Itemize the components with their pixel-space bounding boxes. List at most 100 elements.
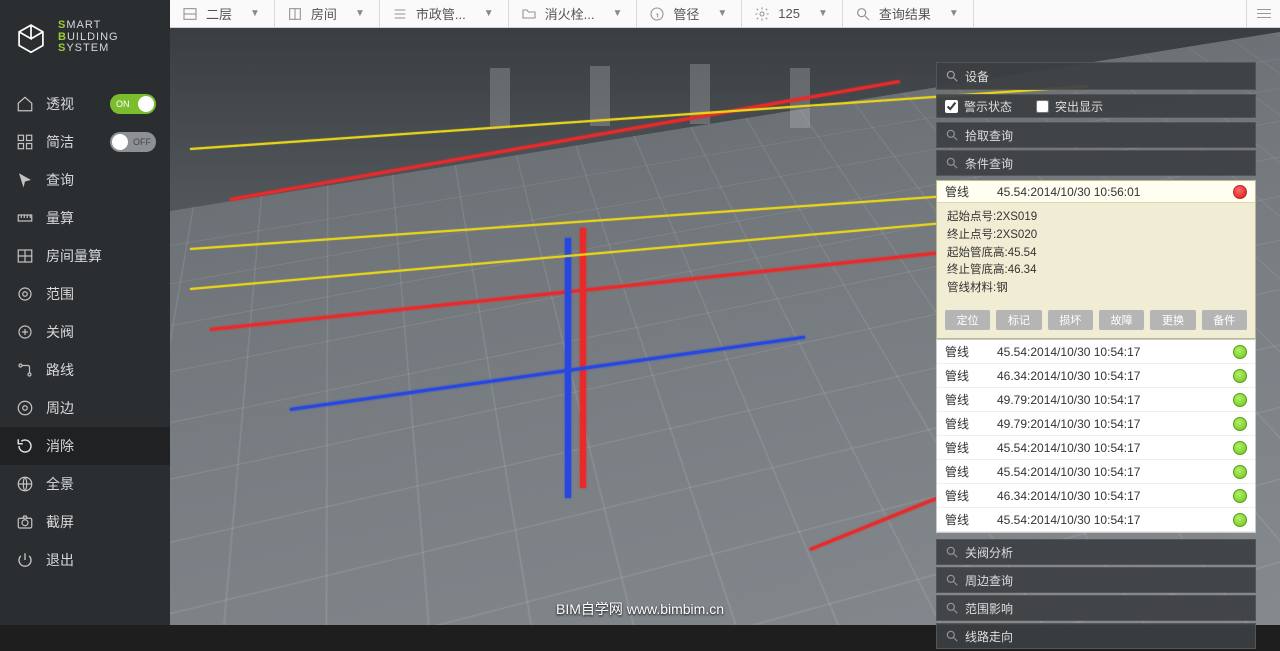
action-更换[interactable]: 更换 (1150, 310, 1195, 330)
power-icon (14, 551, 36, 569)
shortcut-label: 范围影响 (965, 600, 1013, 617)
result-row[interactable]: 管线45.54:2014/10/30 10:54:17 (937, 436, 1255, 460)
status-dot-green-icon (1233, 513, 1247, 527)
home-icon (14, 95, 36, 113)
result-name: 管线 (945, 343, 997, 360)
sidebar-item-cursor[interactable]: 查询 (0, 161, 170, 199)
check-highlight-input[interactable] (1036, 100, 1049, 113)
chevron-down-icon: ▼ (250, 8, 260, 19)
topbar-item-list[interactable]: 市政管...▼ (380, 0, 509, 27)
condition-query-button[interactable]: 条件查询 (936, 150, 1256, 176)
topbar-item-label: 房间 (311, 4, 337, 23)
action-损坏[interactable]: 损坏 (1048, 310, 1093, 330)
sidebar-item-scope[interactable]: 范围 (0, 275, 170, 313)
topbar-item-label: 125 (778, 6, 800, 21)
chevron-down-icon: ▼ (484, 8, 494, 19)
route-icon (14, 361, 36, 379)
status-dot-green-icon (1233, 417, 1247, 431)
sidebar-item-valve[interactable]: 关阀 (0, 313, 170, 351)
device-search[interactable]: 设备 (936, 62, 1256, 90)
topbar-item-info[interactable]: 管径 ▼ (637, 0, 742, 27)
result-name: 管线 (945, 391, 997, 408)
sidebar-item-globe[interactable]: 全景 (0, 465, 170, 503)
check-highlight[interactable]: 突出显示 (1036, 98, 1103, 115)
action-定位[interactable]: 定位 (945, 310, 990, 330)
logo: SSMARTMART BUILDING SYSTEM (0, 0, 170, 79)
sidebar-item-rooms[interactable]: 房间量算 (0, 237, 170, 275)
result-row[interactable]: 管线49.79:2014/10/30 10:54:17 (937, 388, 1255, 412)
toggle-home[interactable] (110, 94, 156, 114)
shortcut-关阀分析[interactable]: 关阀分析 (936, 539, 1256, 565)
search-icon (945, 573, 959, 587)
result-row[interactable]: 管线45.54:2014/10/30 10:54:17 (937, 340, 1255, 364)
result-row[interactable]: 管线49.79:2014/10/30 10:54:17 (937, 412, 1255, 436)
topbar-item-gear[interactable]: 125 ▼ (742, 0, 843, 27)
topbar-item-folder[interactable]: 消火栓...▼ (509, 0, 638, 27)
result-timestamp: 45.54:2014/10/30 10:54:17 (997, 441, 1233, 455)
detail-line: 管线材料:钢 (947, 280, 1245, 298)
sidebar-item-label: 房间量算 (46, 246, 102, 266)
sidebar-item-home[interactable]: 透视 (0, 85, 170, 123)
topbar-item-floor[interactable]: 二层 ▼ (170, 0, 275, 27)
sidebar-item-label: 周边 (46, 398, 74, 418)
result-timestamp: 46.34:2014/10/30 10:54:17 (997, 369, 1233, 383)
sidebar-item-label: 截屏 (46, 512, 74, 532)
result-timestamp: 46.34:2014/10/30 10:54:17 (997, 489, 1233, 503)
topbar: 二层▼房间▼市政管...▼消火栓...▼管径▼125▼查询结果▼ (170, 0, 1280, 28)
sidebar-item-ruler[interactable]: 量算 (0, 199, 170, 237)
check-warning-input[interactable] (945, 100, 958, 113)
result-name: 管线 (945, 463, 997, 480)
logo-mark-icon (14, 20, 48, 54)
hamburger-menu[interactable] (1246, 0, 1280, 27)
shortcut-周边查询[interactable]: 周边查询 (936, 567, 1256, 593)
result-name: 管线 (945, 415, 997, 432)
toggle-grid[interactable] (110, 132, 156, 152)
sidebar-item-around[interactable]: 周边 (0, 389, 170, 427)
result-timestamp: 45.54:2014/10/30 10:54:17 (997, 345, 1233, 359)
topbar-item-search[interactable]: 查询结果▼ (843, 0, 974, 27)
search-icon (945, 69, 959, 83)
result-timestamp: 45.54:2014/10/30 10:54:17 (997, 465, 1233, 479)
result-row[interactable]: 管线46.34:2014/10/30 10:54:17 (937, 484, 1255, 508)
undo-icon (14, 437, 36, 455)
result-name: 管线 (945, 511, 997, 528)
pick-query-button[interactable]: 拾取查询 (936, 122, 1256, 148)
topbar-item-label: 二层 (206, 4, 232, 23)
sidebar-item-undo[interactable]: 消除 (0, 427, 170, 465)
result-row[interactable]: 管线45.54:2014/10/30 10:54:17 (937, 508, 1255, 532)
sidebar-item-label: 量算 (46, 208, 74, 228)
detail-line: 终止点号:2XS020 (947, 227, 1245, 245)
around-icon (14, 399, 36, 417)
result-row[interactable]: 管线45.54:2014/10/30 10:54:17 (937, 460, 1255, 484)
selected-header[interactable]: 管线 45.54:2014/10/30 10:56:01 (937, 181, 1255, 203)
status-dot-green-icon (1233, 393, 1247, 407)
sidebar-item-power[interactable]: 退出 (0, 541, 170, 579)
action-故障[interactable]: 故障 (1099, 310, 1144, 330)
grid-icon (14, 133, 36, 151)
action-备件[interactable]: 备件 (1202, 310, 1247, 330)
shortcut-label: 线路走向 (965, 628, 1013, 645)
topbar-item-label: 管径 (673, 4, 699, 23)
result-list[interactable]: 管线45.54:2014/10/30 10:54:17管线46.34:2014/… (936, 339, 1256, 533)
room-icon (287, 6, 303, 22)
shortcut-范围影响[interactable]: 范围影响 (936, 595, 1256, 621)
rooms-icon (14, 247, 36, 265)
topbar-item-room[interactable]: 房间 ▼ (275, 0, 380, 27)
sidebar-item-label: 透视 (46, 94, 74, 114)
sidebar-item-label: 消除 (46, 436, 74, 456)
chevron-down-icon: ▼ (717, 8, 727, 19)
result-row[interactable]: 管线46.34:2014/10/30 10:54:17 (937, 364, 1255, 388)
ruler-icon (14, 209, 36, 227)
sidebar-item-grid[interactable]: 简洁 (0, 123, 170, 161)
valve-icon (14, 323, 36, 341)
cursor-icon (14, 171, 36, 189)
sidebar-item-label: 退出 (46, 550, 74, 570)
shortcut-线路走向[interactable]: 线路走向 (936, 623, 1256, 649)
check-warning[interactable]: 警示状态 (945, 98, 1012, 115)
sidebar-item-route[interactable]: 路线 (0, 351, 170, 389)
chevron-down-icon: ▼ (818, 8, 828, 19)
chevron-down-icon: ▼ (355, 8, 365, 19)
sidebar-item-camera[interactable]: 截屏 (0, 503, 170, 541)
info-icon (649, 6, 665, 22)
action-标记[interactable]: 标记 (996, 310, 1041, 330)
